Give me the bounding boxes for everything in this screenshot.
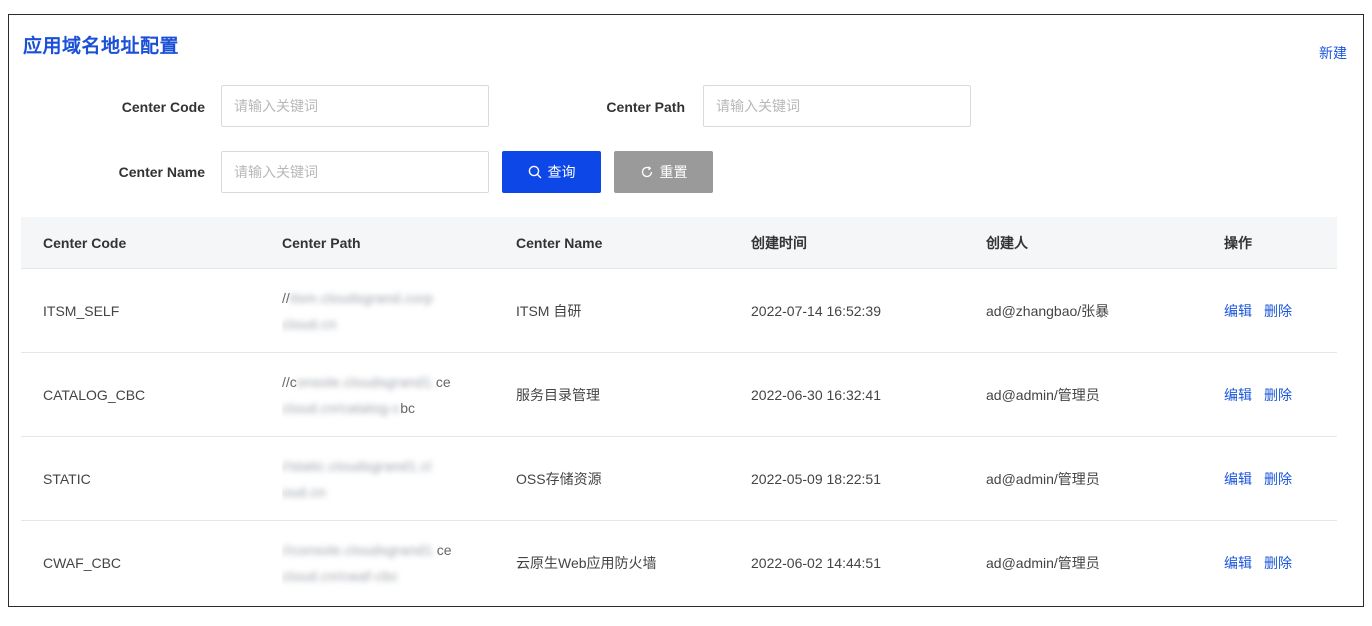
delete-button[interactable]: 删除 — [1264, 303, 1292, 319]
edit-button[interactable]: 编辑 — [1224, 555, 1252, 571]
center-code-input[interactable] — [221, 85, 489, 127]
created-time-cell: 2022-06-30 16:32:41 — [751, 386, 881, 403]
actions-cell: 编辑 删除 — [1202, 469, 1337, 489]
center-name-cell: 云原生Web应用防火墙 — [516, 555, 657, 571]
created-time-cell: 2022-06-02 14:44:51 — [751, 555, 881, 571]
redacted-path: cloud.cn/cwaf-cbc — [282, 568, 399, 584]
center-name-cell: ITSM 自研 — [516, 302, 582, 319]
center-path-input[interactable] — [703, 85, 971, 127]
config-panel: 应用域名地址配置 新建 Center Code Center Path Cent… — [8, 14, 1364, 607]
redacted-path: oud.cn — [282, 483, 326, 500]
reset-button[interactable]: 重置 — [614, 151, 713, 193]
redacted-path: onsole.cloudsgrand1. — [296, 373, 436, 390]
column-header: 创建时间 — [751, 234, 807, 251]
column-header: Center Name — [516, 234, 603, 251]
search-button[interactable]: 查询 — [502, 151, 601, 193]
table-row: CATALOG_CBC //console.cloudsgrand1.ce cl… — [21, 353, 1337, 437]
delete-button[interactable]: 删除 — [1264, 555, 1292, 571]
column-header: 操作 — [1224, 234, 1252, 251]
creator-cell: ad@admin/管理员 — [986, 470, 1100, 487]
table-row: CWAF_CBC //console.cloudsgrand1.ce cloud… — [21, 521, 1337, 605]
search-icon — [528, 165, 542, 179]
path-text: bc — [400, 399, 416, 416]
creator-cell: ad@admin/管理员 — [986, 555, 1100, 571]
redacted-path: cloud.cn/catalog-c — [282, 399, 401, 416]
table-header: Center Code Center Path Center Name 创建时间… — [21, 217, 1337, 269]
column-header: Center Code — [43, 234, 127, 251]
column-header: Center Path — [282, 234, 361, 251]
domain-table: Center Code Center Path Center Name 创建时间… — [21, 217, 1337, 605]
center-path-cell: //itsm.cloudsgrand.corp cloud.cn — [260, 285, 494, 337]
edit-button[interactable]: 编辑 — [1224, 471, 1252, 487]
path-text: ce — [435, 373, 451, 390]
center-path-label: Center Path — [606, 99, 685, 115]
redacted-path: cloud.cn — [282, 315, 337, 332]
center-code-label: Center Code — [121, 99, 205, 115]
path-text: //c — [282, 373, 297, 390]
page-title: 应用域名地址配置 — [23, 36, 180, 57]
reset-button-label: 重置 — [659, 164, 688, 180]
actions-cell: 编辑 删除 — [1202, 301, 1337, 321]
redacted-path: //console.cloudsgrand1. — [282, 542, 437, 558]
center-name-label: Center Name — [118, 164, 205, 180]
center-name-input[interactable] — [221, 151, 489, 193]
center-code-cell: ITSM_SELF — [43, 302, 120, 319]
created-time-cell: 2022-07-14 16:52:39 — [751, 302, 881, 319]
table-row: ITSM_SELF //itsm.cloudsgrand.corp cloud.… — [21, 269, 1337, 353]
path-text: ce — [436, 542, 452, 558]
center-name-cell: OSS存储资源 — [516, 470, 602, 487]
redacted-path: //static.cloudsgrand1.cl — [282, 457, 432, 474]
refresh-icon — [640, 165, 654, 179]
center-name-cell: 服务目录管理 — [516, 386, 600, 403]
delete-button[interactable]: 删除 — [1264, 387, 1292, 403]
center-code-cell: CATALOG_CBC — [43, 386, 146, 403]
actions-cell: 编辑 删除 — [1202, 385, 1337, 405]
edit-button[interactable]: 编辑 — [1224, 387, 1252, 403]
creator-cell: ad@zhangbao/张暴 — [986, 302, 1110, 319]
center-path-cell: //console.cloudsgrand1.ce cloud.cn/cwaf-… — [260, 537, 494, 589]
center-code-cell: STATIC — [43, 470, 91, 487]
table-row: STATIC //static.cloudsgrand1.cl oud.cn O… — [21, 437, 1337, 521]
delete-button[interactable]: 删除 — [1264, 471, 1292, 487]
center-path-cell: //static.cloudsgrand1.cl oud.cn — [260, 453, 494, 505]
redacted-path: itsm.cloudsgrand.corp — [289, 289, 434, 306]
created-time-cell: 2022-05-09 18:22:51 — [751, 470, 881, 487]
center-code-cell: CWAF_CBC — [43, 555, 122, 571]
creator-cell: ad@admin/管理员 — [986, 386, 1100, 403]
path-text: // — [282, 289, 290, 306]
edit-button[interactable]: 编辑 — [1224, 303, 1252, 319]
actions-cell: 编辑 删除 — [1202, 553, 1337, 573]
new-button[interactable]: 新建 — [1319, 43, 1347, 63]
column-header: 创建人 — [986, 234, 1028, 251]
search-button-label: 查询 — [547, 164, 576, 180]
center-path-cell: //console.cloudsgrand1.ce cloud.cn/catal… — [260, 369, 494, 421]
